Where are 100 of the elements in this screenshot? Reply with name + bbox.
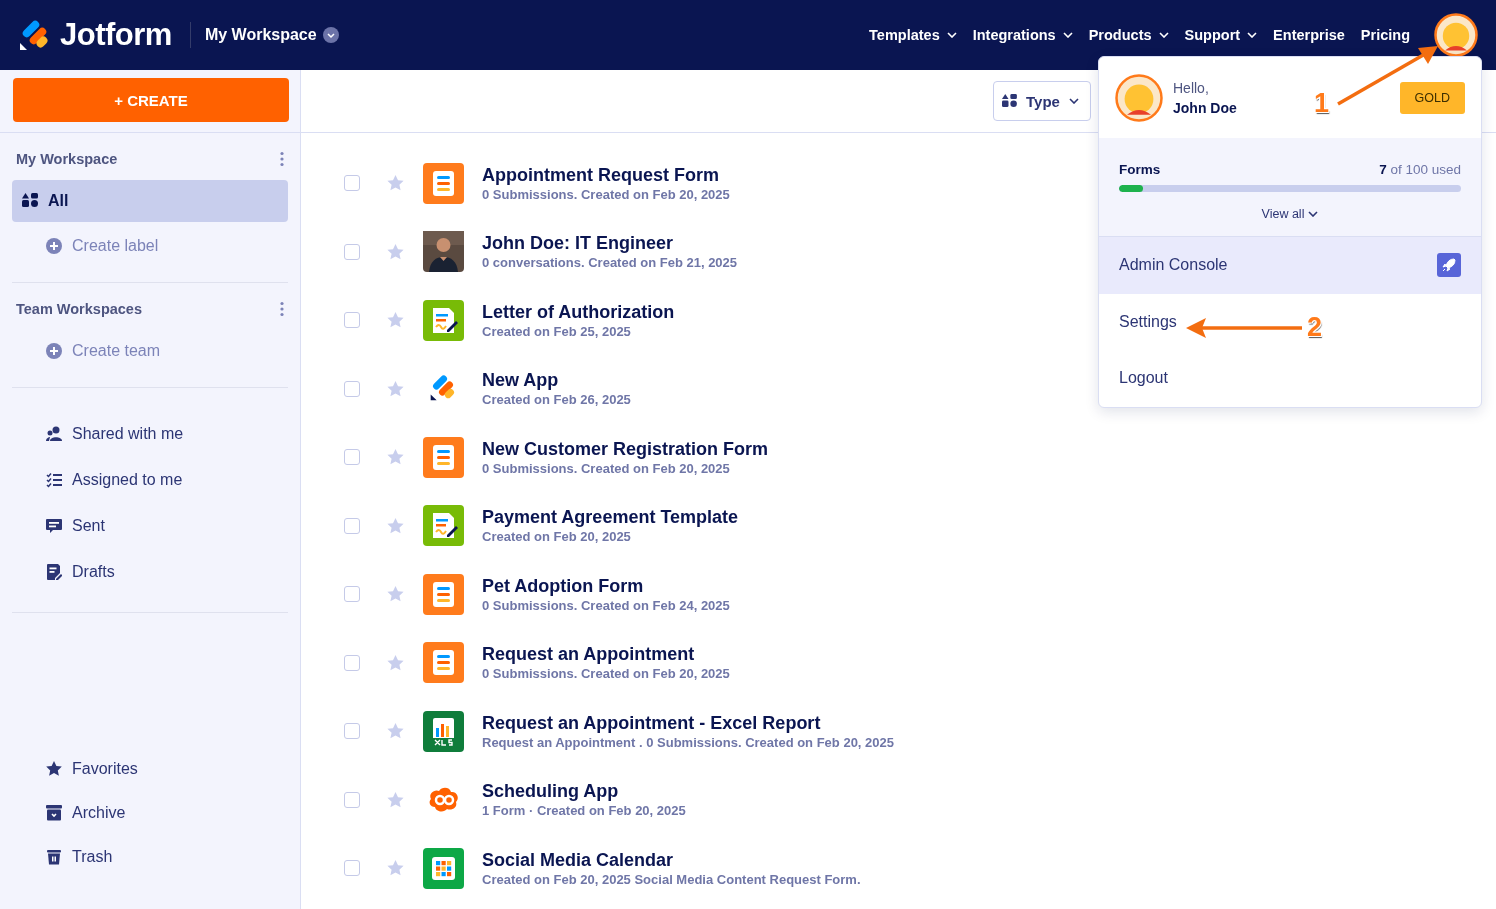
chat-bubble-icon xyxy=(46,518,62,534)
star-icon[interactable] xyxy=(387,243,404,260)
brand-name[interactable]: Jotform xyxy=(60,17,172,53)
star-icon xyxy=(46,761,62,777)
menu-item[interactable]: Settings xyxy=(1099,293,1189,350)
workspace-switcher[interactable]: My Workspace xyxy=(204,26,339,44)
star-icon[interactable] xyxy=(387,654,404,671)
checkbox[interactable] xyxy=(344,312,360,329)
sidebar-item[interactable]: All xyxy=(12,180,288,222)
spreadsheet-chart-icon xyxy=(423,710,464,752)
item-title[interactable]: Payment Agreement Template xyxy=(482,506,739,529)
chevron-down-icon xyxy=(322,27,339,43)
shapes-icon xyxy=(22,193,38,209)
item-title[interactable]: Pet Adoption Form xyxy=(482,574,730,597)
checkbox[interactable] xyxy=(344,517,360,534)
kebab-menu-icon xyxy=(280,301,284,317)
sidebar-item[interactable]: Favorites xyxy=(12,747,288,791)
item-title[interactable]: Appointment Request Form xyxy=(482,163,730,186)
section-heading: My Workspace xyxy=(16,151,118,167)
archive-box-icon xyxy=(46,805,62,821)
section-heading: Team Workspaces xyxy=(16,301,142,317)
form-icon xyxy=(423,573,464,615)
item-details: 1 Form · Created on Feb 20, 2025 xyxy=(482,802,686,820)
nav-link[interactable]: Integrations xyxy=(972,27,1073,43)
star-icon[interactable] xyxy=(387,380,404,397)
checkbox[interactable] xyxy=(344,791,360,808)
item-title[interactable]: Letter of Authorization xyxy=(482,300,675,323)
star-icon[interactable] xyxy=(387,312,404,329)
item-details: Created on Feb 26, 2025 xyxy=(482,391,631,409)
item-details: 0 Submissions. Created on Feb 20, 2025 xyxy=(482,185,730,203)
menu-item[interactable]: Admin Console xyxy=(1099,237,1481,294)
item-details: 0 Submissions. Created on Feb 20, 2025 xyxy=(482,665,730,683)
checklist-icon xyxy=(46,472,62,488)
item-title[interactable]: Scheduling App xyxy=(482,780,686,803)
item-details: Created on Feb 20, 2025 Social Media Content Request Form. xyxy=(482,870,861,888)
nav-link[interactable]: Pricing xyxy=(1360,27,1410,43)
checkbox[interactable] xyxy=(344,654,360,671)
checkbox[interactable] xyxy=(344,175,360,192)
document-pen-icon xyxy=(423,505,464,547)
trash-icon xyxy=(46,849,62,865)
plan-badge[interactable]: GOLD xyxy=(1399,81,1465,114)
checkbox[interactable] xyxy=(344,860,360,877)
star-icon[interactable] xyxy=(387,723,404,740)
logo-icon xyxy=(18,19,50,51)
people-icon xyxy=(46,426,62,442)
checkbox[interactable] xyxy=(344,586,360,603)
star-icon[interactable] xyxy=(387,449,404,466)
item-title[interactable]: New App xyxy=(482,369,631,392)
greeting: Hello, xyxy=(1173,78,1210,98)
kebab-menu-icon xyxy=(280,151,284,167)
document-pencil-icon xyxy=(46,564,62,580)
calendar-grid-icon xyxy=(423,847,464,889)
item-title[interactable]: Request an Appointment xyxy=(482,643,730,666)
nav-link[interactable]: Enterprise xyxy=(1273,27,1345,43)
checkbox[interactable] xyxy=(344,243,360,260)
sidebar-item[interactable]: Sent xyxy=(12,504,288,548)
form-icon xyxy=(423,642,464,684)
sidebar-item[interactable]: Trash xyxy=(12,835,288,879)
view-all-link[interactable]: View all xyxy=(1255,206,1325,222)
item-details: Created on Feb 25, 2025 xyxy=(482,322,632,340)
plus-circle-icon xyxy=(46,343,62,359)
form-icon xyxy=(423,436,464,478)
item-details: 0 Submissions. Created on Feb 24, 2025 xyxy=(482,596,730,614)
star-icon[interactable] xyxy=(387,517,404,534)
step-number: 1 xyxy=(1314,88,1330,118)
nav-link[interactable]: Support xyxy=(1184,27,1258,43)
caret-icon xyxy=(1308,211,1319,217)
item-details: 0 Submissions. Created on Feb 20, 2025 xyxy=(482,459,731,477)
star-icon[interactable] xyxy=(387,586,404,603)
checkbox[interactable] xyxy=(344,723,360,740)
item-title[interactable]: Request an Appointment - Excel Report xyxy=(482,711,894,734)
caret-icon xyxy=(1068,98,1079,104)
user-name: John Doe xyxy=(1173,98,1237,118)
item-title[interactable]: Social Media Calendar xyxy=(482,848,861,871)
avatar-icon xyxy=(1115,73,1163,122)
sidebar-item[interactable]: Archive xyxy=(12,791,288,835)
sidebar-item[interactable]: Assigned to me xyxy=(12,458,288,502)
avatar-icon[interactable] xyxy=(1434,13,1478,57)
type-filter[interactable]: Type xyxy=(993,81,1091,121)
nav-link[interactable]: Templates xyxy=(869,27,957,43)
sidebar-item[interactable]: Drafts xyxy=(12,550,288,594)
star-icon[interactable] xyxy=(387,860,404,877)
star-icon[interactable] xyxy=(387,791,404,808)
plus-circle-icon xyxy=(46,238,62,254)
item-title[interactable]: New Customer Registration Form xyxy=(482,437,769,460)
item-details: Request an Appointment . 0 Submissions. Created on Feb 20, 2025 xyxy=(482,733,894,751)
usage-count: 7 of 100 used xyxy=(1379,162,1461,177)
form-icon xyxy=(423,162,464,204)
sidebar-item[interactable]: Shared with me xyxy=(12,412,288,456)
item-details: 0 conversations. Created on Feb 21, 2025 xyxy=(482,254,738,272)
checkbox[interactable] xyxy=(344,380,360,397)
usage-label: Forms xyxy=(1119,162,1161,177)
shapes-icon xyxy=(1002,93,1017,109)
star-icon[interactable] xyxy=(387,175,404,192)
nav-link[interactable]: Products xyxy=(1088,27,1169,43)
menu-item[interactable]: Logout xyxy=(1099,350,1180,407)
checkbox[interactable] xyxy=(344,449,360,466)
document-pen-icon xyxy=(423,299,464,341)
item-title[interactable]: John Doe: IT Engineer xyxy=(482,232,738,255)
step-number: 2 xyxy=(1307,312,1323,342)
